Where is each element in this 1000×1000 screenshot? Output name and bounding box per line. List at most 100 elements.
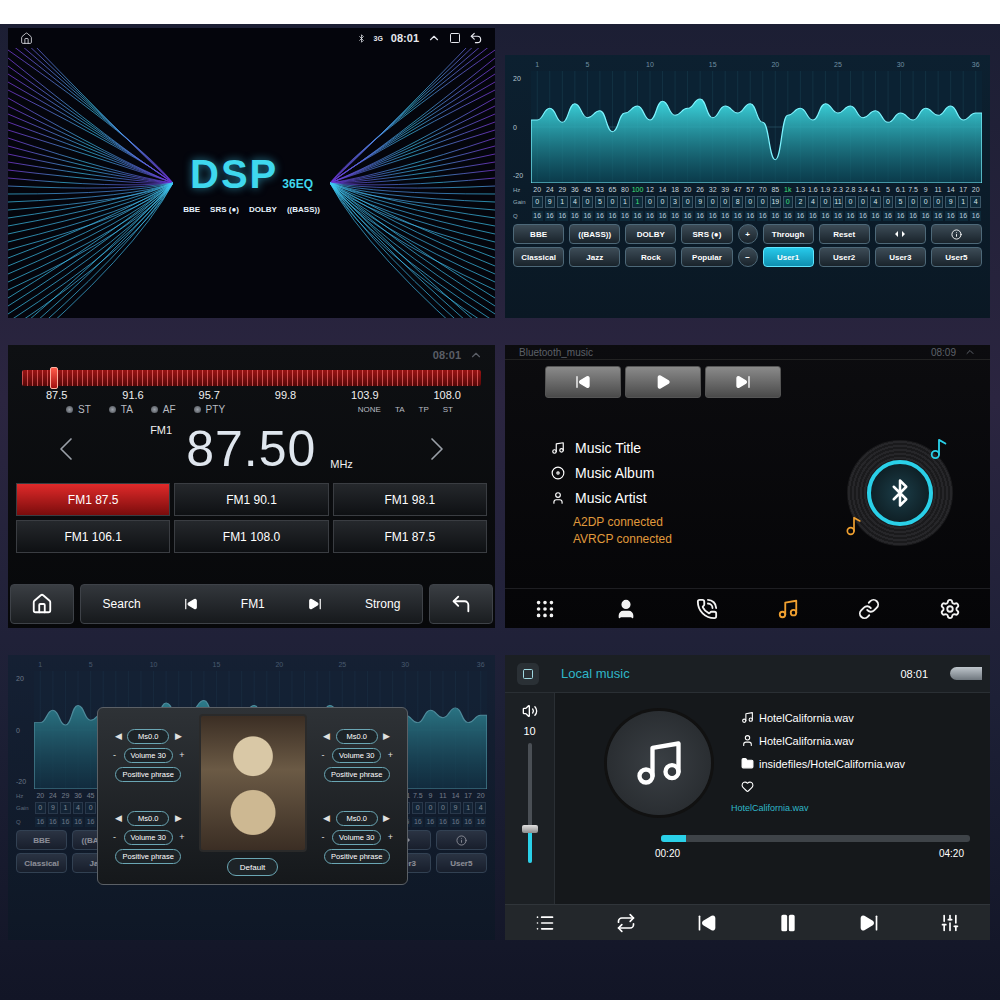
gain-cell[interactable]: 5 [895, 196, 906, 208]
q-cell[interactable]: 16 [895, 211, 906, 221]
q-cell[interactable]: 16 [795, 211, 806, 221]
eq-button[interactable]: Classical [16, 853, 67, 873]
volume-decrease[interactable]: - [318, 750, 328, 760]
back-button[interactable] [429, 584, 493, 624]
delay-decrease[interactable]: ◀ [113, 731, 123, 741]
window-icon[interactable] [449, 32, 461, 44]
gain-cell[interactable]: 0 [645, 196, 656, 208]
gain-cell[interactable]: 5 [595, 196, 606, 208]
gain-cell[interactable]: 1 [557, 196, 568, 208]
q-cell[interactable]: 16 [632, 211, 643, 221]
q-cell[interactable]: 16 [783, 211, 794, 221]
seek-up-icon[interactable] [417, 429, 457, 469]
back-tab[interactable] [950, 667, 982, 680]
q-cell[interactable]: 16 [845, 211, 856, 221]
home-button[interactable] [10, 584, 74, 624]
preset-button[interactable]: FM1 98.1 [333, 483, 487, 516]
q-cell[interactable]: 16 [557, 211, 568, 221]
eq-button[interactable]: SRS (●) [681, 224, 732, 244]
gain-cell[interactable]: 4 [870, 196, 881, 208]
eq-button[interactable] [875, 224, 926, 244]
nav-button[interactable] [933, 597, 967, 621]
back-icon[interactable] [469, 31, 483, 45]
eq-button[interactable]: Through [763, 224, 814, 244]
q-cell[interactable]: 16 [908, 211, 919, 221]
gain-cell[interactable]: 0 [682, 196, 693, 208]
volume-increase[interactable]: + [385, 750, 395, 760]
phase-button[interactable]: Positive phrase [115, 767, 181, 782]
preset-button[interactable]: FM1 106.1 [16, 520, 170, 553]
gain-cell[interactable]: 0 [757, 196, 768, 208]
q-cell[interactable]: 16 [438, 817, 449, 827]
q-cell[interactable]: 16 [73, 817, 84, 827]
eq-button[interactable]: BBE [513, 224, 564, 244]
nav-button[interactable] [852, 597, 886, 621]
gain-cell[interactable]: 9 [450, 802, 461, 814]
gain-cell[interactable]: 0 [532, 196, 543, 208]
home-icon[interactable] [20, 32, 33, 45]
next-button[interactable] [853, 912, 885, 934]
eq-button[interactable]: User5 [931, 247, 982, 267]
gain-cell[interactable]: 9 [945, 196, 956, 208]
q-cell[interactable]: 16 [425, 817, 436, 827]
gain-cell[interactable]: 1 [958, 196, 969, 208]
delay-increase[interactable]: ▶ [173, 813, 183, 823]
gain-cell[interactable]: 0 [720, 196, 731, 208]
phase-button[interactable]: Positive phrase [115, 849, 181, 864]
gain-cell[interactable]: 0 [933, 196, 944, 208]
q-cell[interactable]: 16 [545, 211, 556, 221]
gain-cell[interactable]: 1 [463, 802, 474, 814]
q-cell[interactable]: 16 [682, 211, 693, 221]
nav-button[interactable] [771, 597, 805, 621]
eq-button[interactable] [436, 830, 487, 850]
tuner-track[interactable] [22, 370, 481, 386]
q-cell[interactable]: 16 [920, 211, 931, 221]
eq-button[interactable]: Popular [681, 247, 732, 267]
q-cell[interactable]: 16 [945, 211, 956, 221]
eq-curve-chart[interactable] [531, 71, 982, 183]
gain-cell[interactable]: 0 [883, 196, 894, 208]
volume-knob[interactable] [522, 825, 538, 833]
volume-increase[interactable]: + [177, 832, 187, 842]
gain-cell[interactable]: 0 [845, 196, 856, 208]
preset-button[interactable]: FM1 90.1 [174, 483, 328, 516]
q-cell[interactable]: 16 [757, 211, 768, 221]
gain-cell[interactable]: 1 [632, 196, 643, 208]
preset-button[interactable]: FM1 87.5 [16, 483, 170, 516]
gain-cell[interactable]: 19 [770, 196, 781, 208]
previous-button[interactable] [691, 912, 723, 934]
gain-cell[interactable]: 4 [475, 802, 486, 814]
q-cell[interactable]: 16 [858, 211, 869, 221]
gain-cell[interactable]: 0 [412, 802, 423, 814]
nav-button[interactable] [609, 597, 643, 621]
q-cell[interactable]: 16 [570, 211, 581, 221]
volume-decrease[interactable]: - [110, 832, 120, 842]
preset-button[interactable]: FM1 108.0 [174, 520, 328, 553]
gain-cell[interactable]: 0 [920, 196, 931, 208]
eq-button[interactable]: Rock [625, 247, 676, 267]
chevron-up-icon[interactable] [427, 31, 441, 45]
preset-button[interactable]: FM1 87.5 [333, 520, 487, 553]
q-cell[interactable]: 16 [820, 211, 831, 221]
gain-cell[interactable]: 1 [620, 196, 631, 208]
phase-button[interactable]: Positive phrase [324, 767, 390, 782]
eq-button[interactable]: Jazz [569, 247, 620, 267]
gain-cell[interactable]: 0 [85, 802, 96, 814]
heart-icon[interactable] [741, 780, 754, 793]
delay-decrease[interactable]: ◀ [322, 731, 332, 741]
eq-button[interactable]: − [738, 247, 758, 267]
q-cell[interactable]: 16 [745, 211, 756, 221]
q-cell[interactable]: 16 [657, 211, 668, 221]
play-button[interactable] [625, 366, 701, 398]
volume-increase[interactable]: + [177, 750, 187, 760]
volume-slider[interactable] [528, 743, 532, 863]
q-cell[interactable]: 16 [933, 211, 944, 221]
gain-cell[interactable]: 4 [73, 802, 84, 814]
tuner-marker[interactable] [50, 367, 58, 389]
gain-cell[interactable]: 11 [833, 196, 844, 208]
gain-cell[interactable]: 9 [695, 196, 706, 208]
gain-cell[interactable]: 0 [745, 196, 756, 208]
chevron-up-icon[interactable] [964, 346, 976, 358]
q-cell[interactable]: 16 [883, 211, 894, 221]
delay-decrease[interactable]: ◀ [113, 813, 123, 823]
